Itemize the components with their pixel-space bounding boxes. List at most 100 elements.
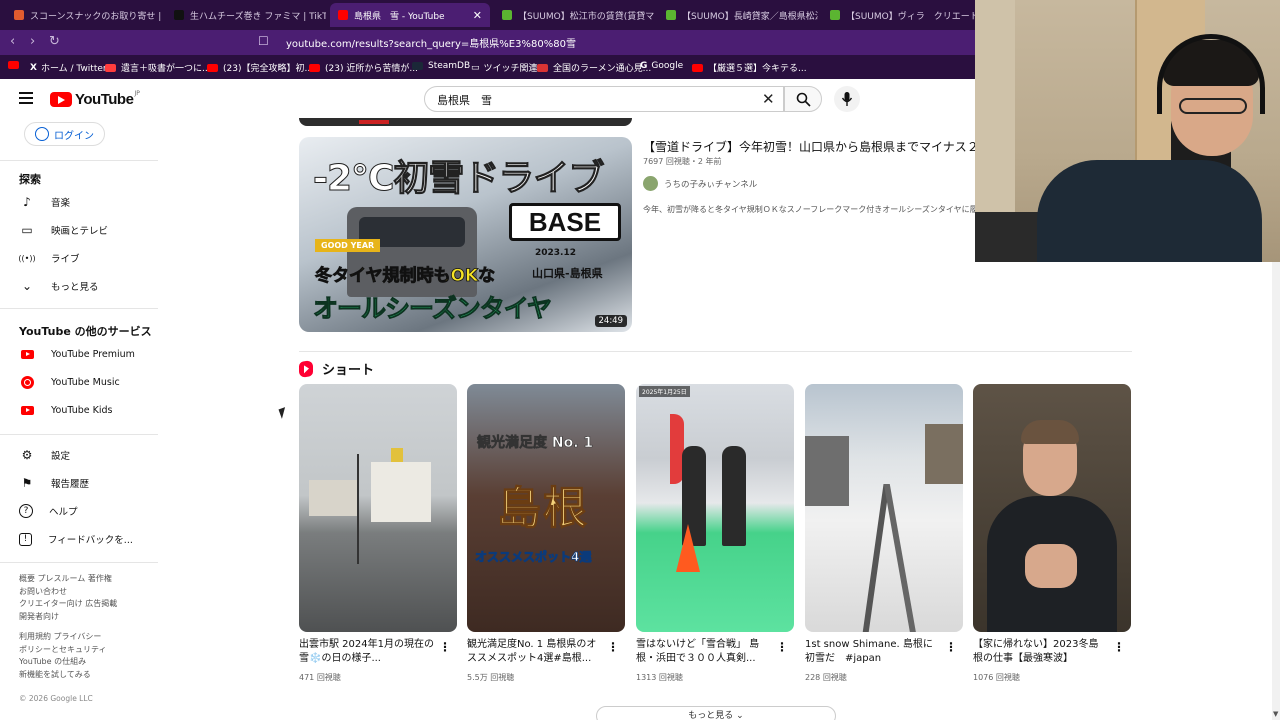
short-thumbnail[interactable] bbox=[299, 384, 457, 632]
bookmark-item[interactable]: X ホーム / Twitter bbox=[30, 61, 107, 75]
short-card[interactable]: 2025年1月25日 雪はないけど「雪合戦」 島根・浜田で３００人真剣... 1… bbox=[636, 384, 794, 683]
clear-search-icon[interactable]: ✕ bbox=[762, 90, 775, 108]
sidebar-item-feedback[interactable]: ! フィードバックを... bbox=[19, 528, 159, 550]
short-card[interactable]: 観光満足度 No. 1 島根 オススメスポット4選 観光満足度No. 1 島根県… bbox=[467, 384, 625, 683]
bookmark-item[interactable]: SteamDB bbox=[412, 61, 470, 71]
short-thumbnail[interactable]: 2025年1月25日 bbox=[636, 384, 794, 632]
bookmark-item[interactable]: 【厳選５選】今キテる... bbox=[692, 61, 807, 74]
short-title[interactable]: 1st snow Shimane. 島根に初雪だ #japan #shimane… bbox=[805, 638, 940, 666]
short-thumbnail[interactable] bbox=[805, 384, 963, 632]
browser-tab[interactable]: 【SUUMO】長崎貸家／島根県松江市 bbox=[658, 3, 818, 27]
sidebar-item-report-history[interactable]: ⚑ 報告履歴 bbox=[19, 472, 159, 494]
site-icon bbox=[537, 63, 548, 72]
search-button[interactable] bbox=[784, 86, 822, 112]
browser-tab[interactable]: 【SUUMO】松江市の賃貸(賃貸マンション bbox=[494, 3, 654, 27]
bookmark-icon[interactable]: ☐ bbox=[258, 34, 269, 48]
footer-link[interactable]: お問い合わせ bbox=[19, 586, 117, 599]
footer-link[interactable]: 利用規約 プライバシー bbox=[19, 631, 107, 644]
youtube-logo[interactable]: YouTube JP bbox=[50, 90, 140, 108]
flag-icon: ⚑ bbox=[21, 476, 33, 490]
bookmark-item[interactable]: (23) 近所から苦情が... bbox=[309, 61, 418, 74]
youtube-icon bbox=[207, 63, 218, 72]
address-bar: ‹ › ↻ ☐ youtube.com/results?search_query… bbox=[0, 30, 975, 55]
short-thumbnail[interactable] bbox=[973, 384, 1131, 632]
thumbnail-badge: GOOD YEAR bbox=[315, 239, 381, 252]
bookmark-item[interactable]: 全国のラーメン通心見... bbox=[537, 61, 651, 74]
sidebar-item-label: 設定 bbox=[51, 451, 71, 462]
logo-text: YouTube bbox=[75, 91, 134, 108]
more-options-icon[interactable]: ⋮ bbox=[1113, 640, 1125, 654]
back-icon[interactable]: ‹ bbox=[10, 34, 15, 49]
short-card[interactable]: 1st snow Shimane. 島根に初雪だ #japan #shimane… bbox=[805, 384, 963, 683]
short-card[interactable]: 出雲市駅 2024年1月の現在の雪❄️の日の様子... 471 回視聴 ⋮ bbox=[299, 384, 457, 683]
close-tab-icon[interactable]: ✕ bbox=[465, 9, 482, 22]
previous-video-thumbnail[interactable] bbox=[299, 118, 632, 126]
bookmark-item[interactable] bbox=[8, 61, 24, 69]
short-card[interactable]: 【家に帰れない】2023冬島根の仕事【最強寒波】 1076 回視聴 ⋮ bbox=[973, 384, 1131, 683]
sidebar-item-label: 報告履歴 bbox=[51, 479, 90, 490]
short-title[interactable]: 【家に帰れない】2023冬島根の仕事【最強寒波】 bbox=[973, 638, 1108, 666]
show-more-button[interactable]: もっと見る ⌄ bbox=[596, 706, 836, 720]
login-button[interactable]: ログイン bbox=[24, 122, 105, 146]
thumbnail-image bbox=[722, 446, 746, 546]
forward-icon[interactable]: › bbox=[30, 34, 35, 49]
more-options-icon[interactable]: ⋮ bbox=[439, 640, 451, 654]
sidebar-item-movies[interactable]: ▭ 映画とテレビ bbox=[19, 219, 159, 241]
services-heading: YouTube の他のサービス bbox=[19, 325, 152, 338]
scroll-down-icon[interactable]: ▼ bbox=[1273, 710, 1278, 718]
footer-link[interactable]: 概要 プレスルーム 著作権 bbox=[19, 573, 117, 586]
sidebar-item-live[interactable]: ((•)) ライブ bbox=[18, 247, 159, 269]
sidebar-item-youtube-music[interactable]: YouTube Music bbox=[19, 371, 159, 393]
video-thumbnail[interactable]: -2°C初雪ドライブ BASE GOOD YEAR 2023.12 山口県-島根… bbox=[299, 137, 632, 332]
browser-tab[interactable]: スコーンスナックのお取り寄せ | 公式通販 bbox=[6, 3, 161, 27]
short-title[interactable]: 雪はないけど「雪合戦」 島根・浜田で３００人真剣... bbox=[636, 638, 771, 666]
more-options-icon[interactable]: ⋮ bbox=[945, 640, 957, 654]
bookmark-item[interactable]: (23)【完全攻略】初... bbox=[207, 61, 313, 74]
sidebar-item-youtube-premium[interactable]: YouTube Premium bbox=[19, 343, 159, 365]
music-note-icon: ♪ bbox=[23, 195, 31, 209]
shorts-icon bbox=[299, 359, 313, 378]
sidebar-item-more[interactable]: ⌄ もっと見る bbox=[19, 275, 159, 297]
microphone-icon bbox=[841, 92, 853, 106]
bookmark-folder[interactable]: ▭ ツイッチ関連 bbox=[471, 61, 538, 75]
footer-link[interactable]: クリエイター向け 広告掲載 bbox=[19, 598, 117, 611]
browser-tab[interactable]: 生ハムチーズ巻き ファミマ | TikTok bbox=[166, 3, 326, 27]
short-views: 5.5万 回視聴 bbox=[467, 673, 515, 682]
thumbnail-date: 2023.12 bbox=[535, 248, 576, 258]
sidebar-item-settings[interactable]: ⚙ 設定 bbox=[19, 444, 159, 466]
browser-tab[interactable]: 【SUUMO】ヴィラ クリエートＡ／島根県 bbox=[822, 3, 975, 27]
short-thumbnail[interactable]: 観光満足度 No. 1 島根 オススメスポット4選 bbox=[467, 384, 625, 632]
reload-icon[interactable]: ↻ bbox=[49, 34, 60, 49]
search-input[interactable]: 島根県 雪 bbox=[424, 86, 784, 112]
footer-link[interactable]: 開発者向け bbox=[19, 611, 117, 624]
bookmark-item[interactable]: G Google bbox=[640, 61, 683, 71]
footer-link[interactable]: ポリシーとセキュリティ bbox=[19, 644, 107, 657]
footer-link[interactable]: YouTube の仕組み bbox=[19, 656, 107, 669]
browser-tab-active[interactable]: 島根県 雪 - YouTube ✕ bbox=[330, 3, 490, 27]
short-title[interactable]: 観光満足度No. 1 島根県のオススメスポット4選#島根... bbox=[467, 638, 602, 666]
scrollbar[interactable]: ▼ bbox=[1272, 262, 1280, 720]
thumbnail-region: 山口県-島根県 bbox=[532, 267, 603, 280]
copyright: © 2026 Google LLC bbox=[19, 694, 93, 703]
sidebar-item-label: ライブ bbox=[51, 254, 80, 265]
channel-link[interactable]: うちの子みぃチャンネル bbox=[643, 176, 757, 191]
short-title[interactable]: 出雲市駅 2024年1月の現在の雪❄️の日の様子... bbox=[299, 638, 434, 666]
bookmark-item[interactable]: 遺言＋吸書が一つに... bbox=[105, 61, 211, 74]
voice-search-button[interactable] bbox=[834, 86, 860, 112]
url-field[interactable]: youtube.com/results?search_query=島根県%E3%… bbox=[286, 35, 576, 50]
sidebar-item-youtube-kids[interactable]: YouTube Kids bbox=[19, 399, 159, 421]
thumbnail-text: オススメスポット4選 bbox=[475, 550, 592, 565]
menu-icon[interactable] bbox=[19, 92, 33, 104]
sidebar-item-help[interactable]: ? ヘルプ bbox=[19, 500, 159, 522]
search-icon bbox=[796, 92, 811, 107]
steam-icon bbox=[412, 62, 423, 70]
divider bbox=[0, 434, 158, 435]
more-options-icon[interactable]: ⋮ bbox=[776, 640, 788, 654]
more-options-icon[interactable]: ⋮ bbox=[607, 640, 619, 654]
sidebar-item-music[interactable]: ♪ 音楽 bbox=[19, 191, 159, 213]
footer-link[interactable]: 新機能を試してみる bbox=[19, 669, 107, 682]
gear-icon: ⚙ bbox=[21, 448, 33, 462]
sidebar-item-label: YouTube Premium bbox=[51, 348, 135, 360]
video-title[interactable]: 【雪道ドライブ】今年初雪！山口県から島根県までマイナス２ bbox=[643, 138, 983, 155]
tab-label: 【SUUMO】松江市の賃貸(賃貸マンション bbox=[518, 11, 654, 22]
